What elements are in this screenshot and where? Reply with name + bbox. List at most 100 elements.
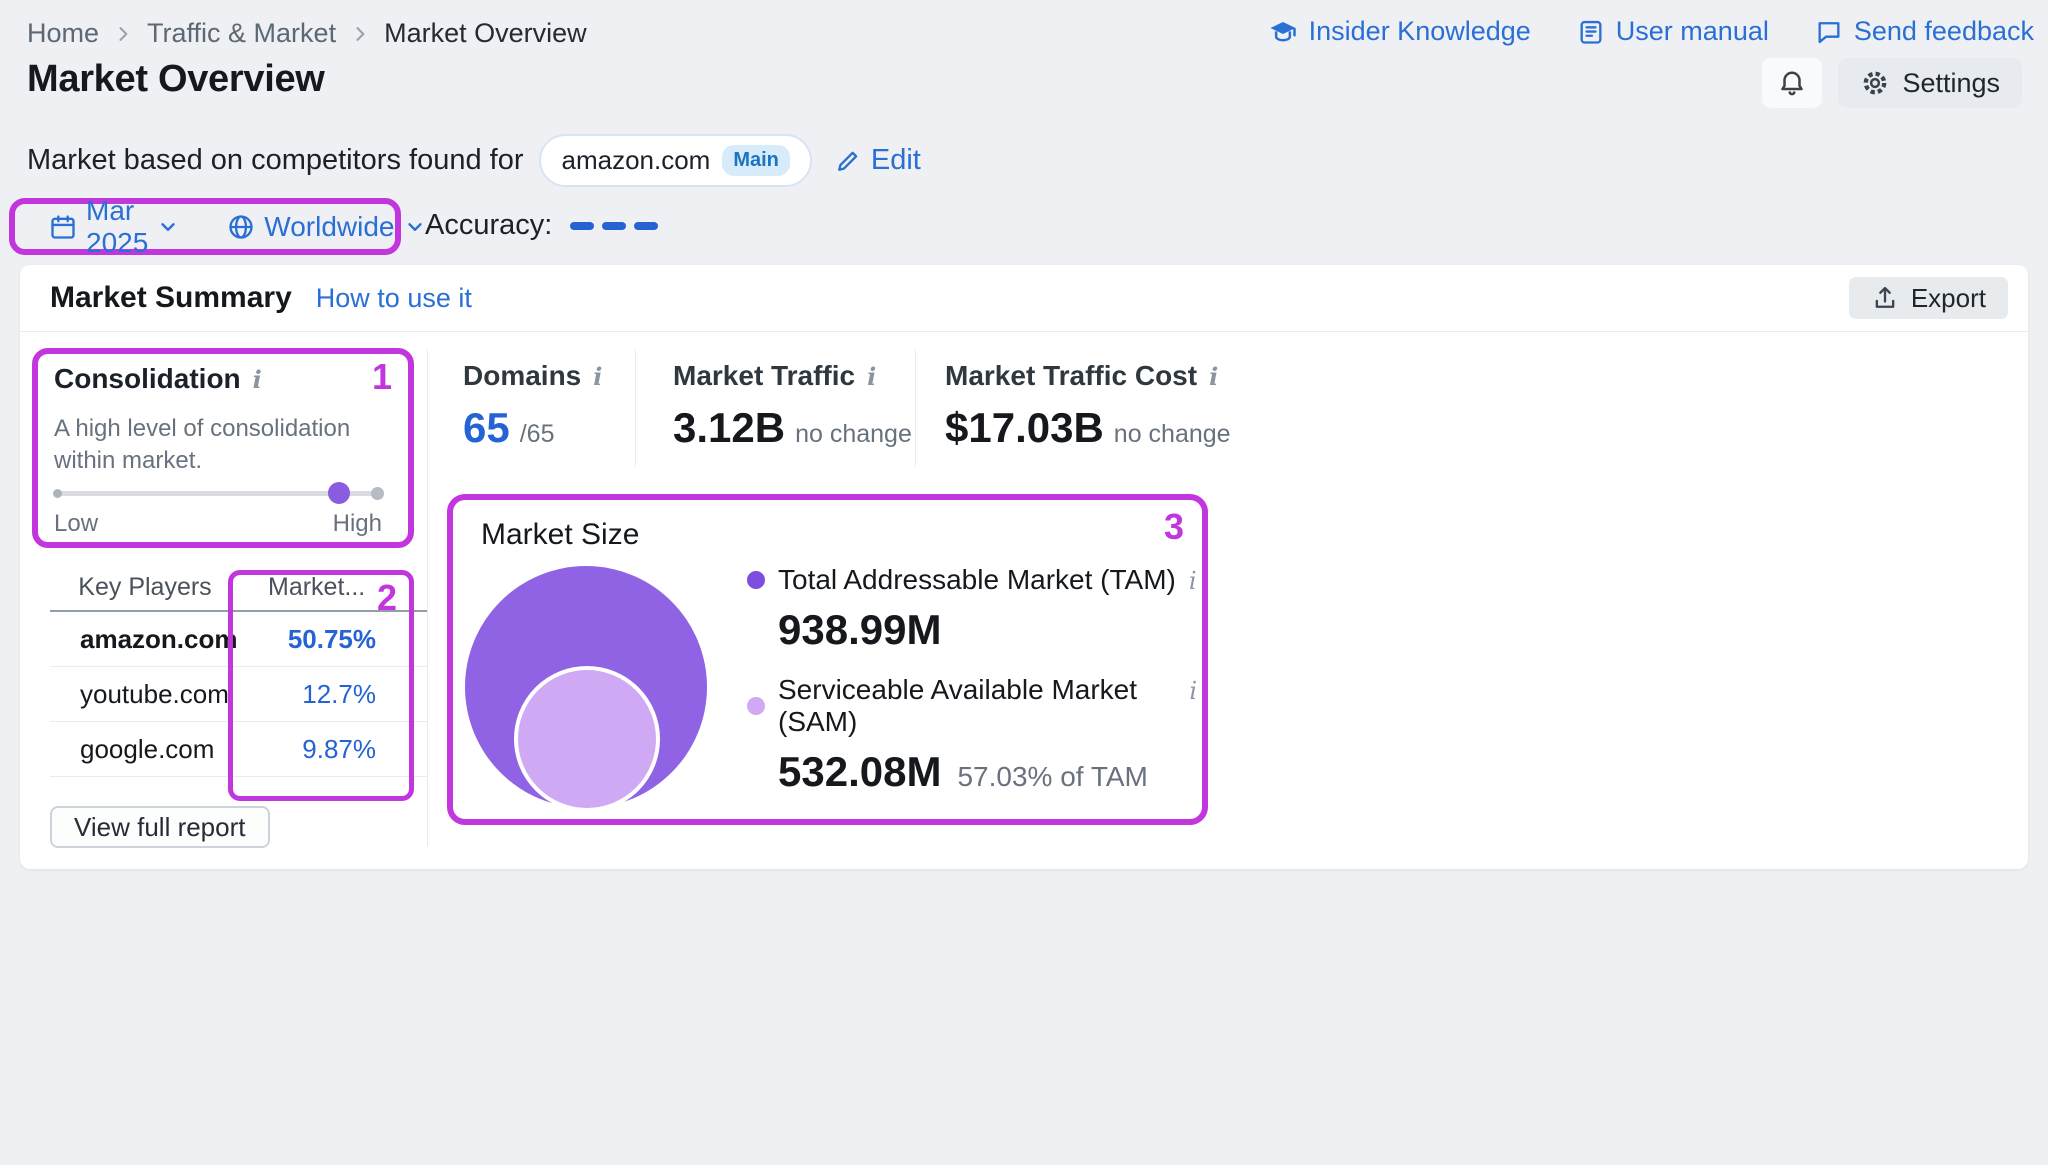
info-icon[interactable]: i xyxy=(593,362,602,391)
breadcrumb-current: Market Overview xyxy=(384,18,587,49)
filters-annotation-box: Mar 2025 Worldwide xyxy=(9,198,401,255)
region-filter-dropdown[interactable]: Worldwide xyxy=(227,211,425,243)
slider-high-label: High xyxy=(333,510,382,538)
sam-legend-row: Serviceable Available Market (SAM) i xyxy=(747,674,1197,738)
player-domain[interactable]: youtube.com xyxy=(50,679,240,710)
info-icon[interactable]: i xyxy=(253,365,262,394)
speech-bubble-icon xyxy=(1815,18,1843,46)
cost-value: $17.03B xyxy=(945,404,1104,452)
traffic-note: no change xyxy=(795,420,912,449)
metric-domains-label: Domains i xyxy=(463,360,602,392)
region-filter-value: Worldwide xyxy=(264,211,394,243)
table-row[interactable]: amazon.com 50.75% xyxy=(50,612,428,667)
market-summary-card: Market Summary How to use it Export 1 Co… xyxy=(20,265,2028,869)
settings-button[interactable]: Settings xyxy=(1838,58,2022,108)
table-row[interactable]: google.com 9.87% xyxy=(50,722,428,777)
metric-market-traffic-cost: Market Traffic Cost i $17.03B no change xyxy=(945,360,1231,452)
view-full-report-button[interactable]: View full report xyxy=(50,806,270,848)
insider-knowledge-link[interactable]: Insider Knowledge xyxy=(1268,16,1531,47)
chevron-right-icon xyxy=(113,24,133,44)
main-badge: Main xyxy=(722,145,790,176)
info-icon[interactable]: i xyxy=(867,362,876,391)
export-label: Export xyxy=(1911,283,1986,314)
breadcrumb-traffic-market[interactable]: Traffic & Market xyxy=(147,18,336,49)
metric-cost-value: $17.03B no change xyxy=(945,404,1231,452)
chevron-right-icon xyxy=(350,24,370,44)
info-icon[interactable]: i xyxy=(1209,362,1218,391)
slider-low-label: Low xyxy=(54,510,98,538)
info-icon[interactable]: i xyxy=(1189,567,1197,595)
slider-knob[interactable] xyxy=(328,482,350,504)
pencil-icon xyxy=(834,147,862,175)
metric-cost-label: Market Traffic Cost i xyxy=(945,360,1231,392)
sam-note: 57.03% of TAM xyxy=(957,761,1147,793)
player-share: 9.87% xyxy=(240,734,428,765)
gear-icon xyxy=(1860,68,1890,98)
sam-label: Serviceable Available Market (SAM) xyxy=(778,674,1176,738)
settings-label: Settings xyxy=(1902,68,2000,99)
tam-dot-icon xyxy=(747,571,765,589)
divider xyxy=(20,331,2028,332)
player-share: 12.7% xyxy=(240,679,428,710)
insider-knowledge-label: Insider Knowledge xyxy=(1309,16,1531,47)
consolidation-slider[interactable] xyxy=(54,481,382,505)
how-to-use-link[interactable]: How to use it xyxy=(316,283,472,314)
annotation-number-1: 1 xyxy=(372,356,392,398)
notifications-button[interactable] xyxy=(1762,58,1822,108)
market-based-row: Market based on competitors found for am… xyxy=(27,134,921,187)
slider-end-dot xyxy=(371,487,384,500)
sam-value-row: 532.08M 57.03% of TAM xyxy=(778,748,1197,796)
accuracy-dash xyxy=(602,222,626,230)
breadcrumb: Home Traffic & Market Market Overview xyxy=(27,18,587,49)
slider-labels: Low High xyxy=(54,510,382,538)
domains-value[interactable]: 65 xyxy=(463,404,510,452)
sam-dot-icon xyxy=(747,697,765,715)
bell-icon xyxy=(1777,68,1807,98)
market-overview-page: Home Traffic & Market Market Overview In… xyxy=(0,0,2048,1165)
traffic-value: 3.12B xyxy=(673,404,785,452)
player-domain[interactable]: amazon.com xyxy=(50,624,240,655)
market-size-panel: Market Size 3 Total Addressable Market (… xyxy=(447,494,1208,825)
table-row[interactable]: youtube.com 12.7% xyxy=(50,667,428,722)
player-share: 50.75% xyxy=(240,624,428,655)
player-domain[interactable]: google.com xyxy=(50,734,240,765)
competitor-domain-pill[interactable]: amazon.com Main xyxy=(539,134,811,187)
breadcrumb-home[interactable]: Home xyxy=(27,18,99,49)
export-icon xyxy=(1871,284,1899,312)
slider-start-dot xyxy=(53,489,62,498)
edit-label: Edit xyxy=(871,144,921,177)
user-manual-link[interactable]: User manual xyxy=(1577,16,1769,47)
metric-traffic-value: 3.12B no change xyxy=(673,404,912,452)
send-feedback-link[interactable]: Send feedback xyxy=(1815,16,2034,47)
calendar-icon xyxy=(49,213,77,241)
market-share-header: Market... xyxy=(240,573,428,602)
tam-legend-row: Total Addressable Market (TAM) i xyxy=(747,564,1197,596)
export-button[interactable]: Export xyxy=(1849,277,2008,319)
tam-label: Total Addressable Market (TAM) xyxy=(778,564,1176,596)
card-header: Market Summary How to use it xyxy=(50,265,472,331)
metric-label-text: Domains xyxy=(463,360,581,392)
metric-domains-value: 65 /65 xyxy=(463,404,602,452)
accuracy-label: Accuracy: xyxy=(425,209,552,242)
send-feedback-label: Send feedback xyxy=(1854,16,2034,47)
key-players-table: Key Players Market... amazon.com 50.75% … xyxy=(50,565,428,777)
user-manual-label: User manual xyxy=(1616,16,1769,47)
accuracy-row: Accuracy: xyxy=(425,209,658,242)
accuracy-hidden-value xyxy=(570,222,658,230)
divider xyxy=(915,349,916,467)
market-size-title: Market Size xyxy=(481,518,639,552)
metric-market-traffic: Market Traffic i 3.12B no change xyxy=(673,360,912,452)
divider xyxy=(427,349,428,846)
edit-link[interactable]: Edit xyxy=(834,144,921,177)
info-icon[interactable]: i xyxy=(1189,677,1197,705)
sam-circle xyxy=(514,666,660,812)
book-icon xyxy=(1577,18,1605,46)
date-filter-dropdown[interactable]: Mar 2025 xyxy=(49,195,179,259)
metric-traffic-label: Market Traffic i xyxy=(673,360,912,392)
market-size-legend: Total Addressable Market (TAM) i 938.99M… xyxy=(747,564,1197,816)
annotation-number-3: 3 xyxy=(1164,506,1184,548)
consolidation-title-text: Consolidation xyxy=(54,363,241,395)
metric-domains: Domains i 65 /65 xyxy=(463,360,602,452)
chevron-down-icon xyxy=(404,216,426,238)
metric-label-text: Market Traffic xyxy=(673,360,855,392)
